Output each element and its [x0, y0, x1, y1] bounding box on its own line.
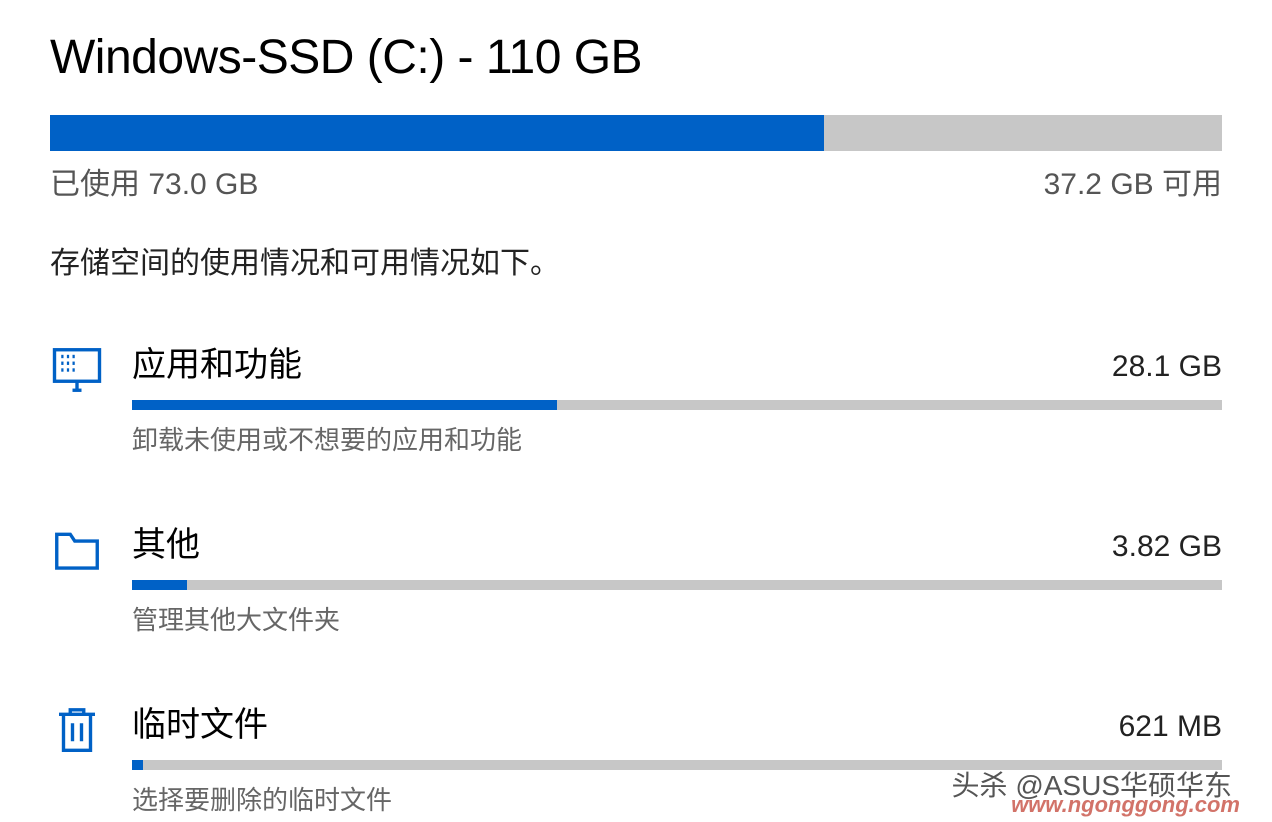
category-usage-bar — [132, 580, 1222, 590]
category-size: 3.82 GB — [1112, 530, 1222, 564]
category-size: 621 MB — [1119, 710, 1222, 744]
category-hint: 管理其他大文件夹 — [132, 600, 1222, 637]
category-label: 临时文件 — [132, 697, 268, 746]
category-label: 应用和功能 — [132, 337, 302, 386]
page-title: Windows-SSD (C:) - 110 GB — [50, 30, 1222, 85]
free-space-label: 37.2 GB 可用 — [1044, 159, 1222, 203]
category-size: 28.1 GB — [1112, 350, 1222, 384]
storage-usage-bar-fill — [50, 115, 824, 151]
monitor-icon — [50, 343, 104, 397]
category-usage-bar-fill — [132, 580, 187, 590]
category-usage-bar-fill — [132, 760, 143, 770]
category-hint: 卸载未使用或不想要的应用和功能 — [132, 420, 1222, 457]
category-label: 其他 — [132, 517, 200, 566]
category-usage-bar — [132, 400, 1222, 410]
storage-description: 存储空间的使用情况和可用情况如下。 — [50, 238, 1222, 282]
folder-icon — [50, 523, 104, 577]
category-apps-features[interactable]: 应用和功能 28.1 GB 卸载未使用或不想要的应用和功能 — [50, 337, 1222, 457]
storage-usage-bar — [50, 115, 1222, 151]
watermark-url: www.ngonggong.com — [1011, 792, 1240, 818]
category-usage-bar-fill — [132, 400, 557, 410]
category-other[interactable]: 其他 3.82 GB 管理其他大文件夹 — [50, 517, 1222, 637]
used-space-label: 已使用 73.0 GB — [50, 159, 258, 203]
trash-icon — [50, 703, 104, 757]
